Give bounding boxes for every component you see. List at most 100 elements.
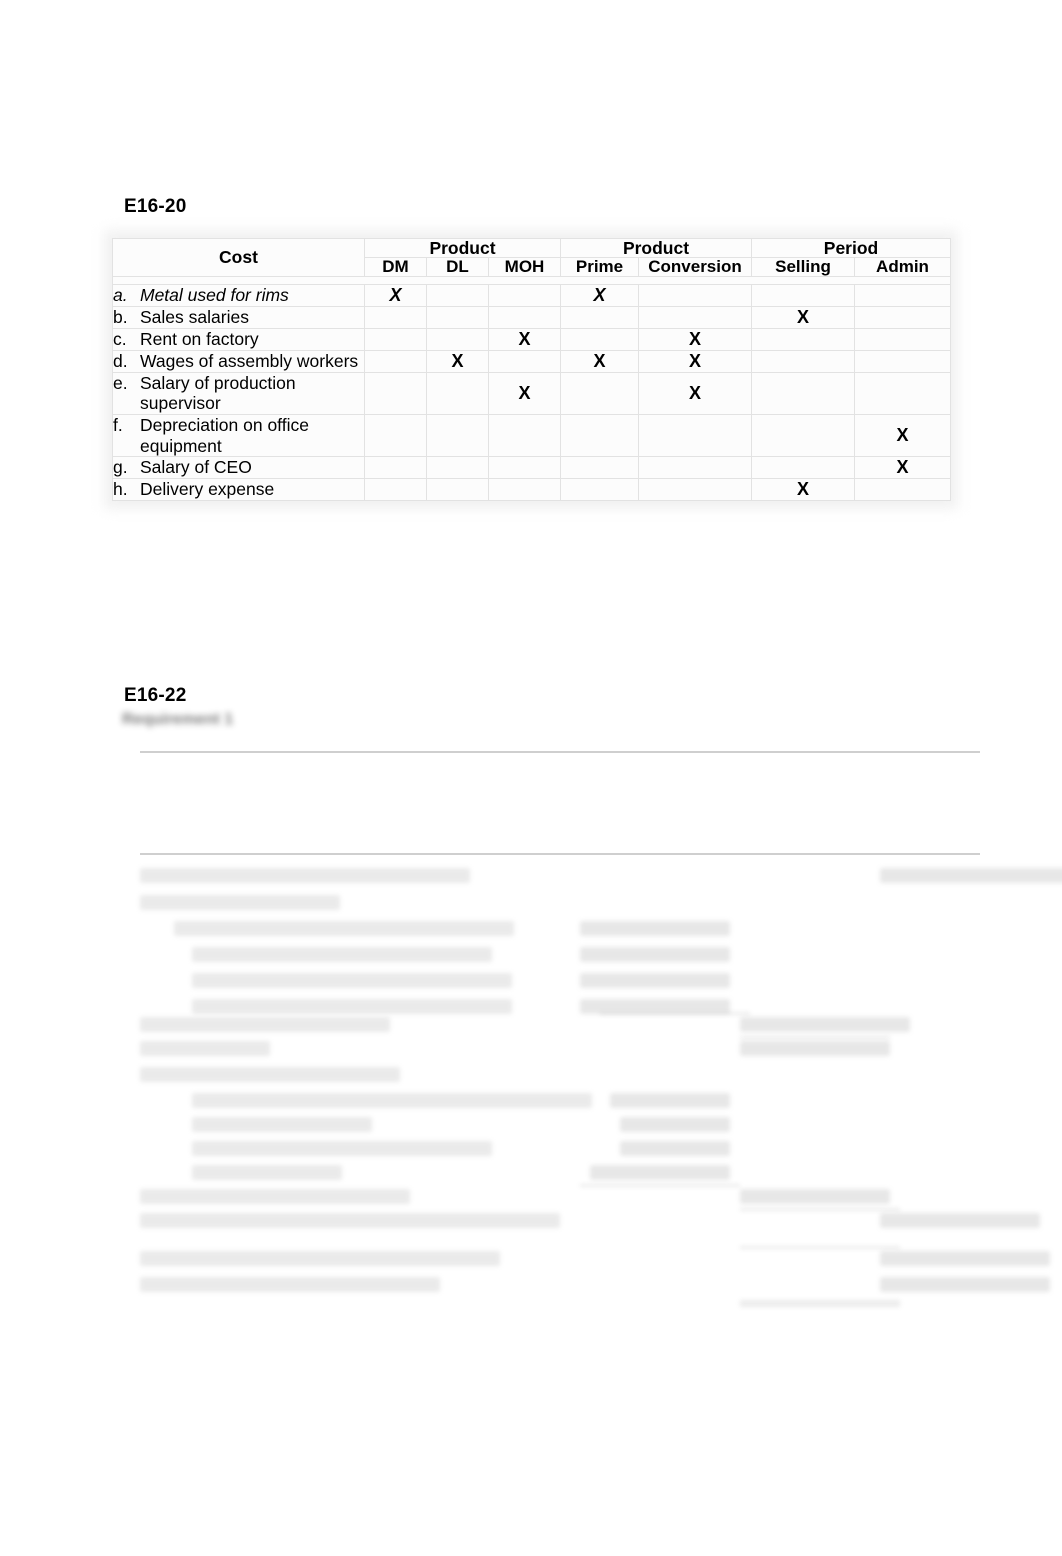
schedule-line-label bbox=[140, 1251, 500, 1266]
schedule-subtotal-rule bbox=[740, 1301, 900, 1306]
mark-cell-moh[interactable]: X bbox=[488, 327, 561, 351]
table-row: c. Rent on factory X X bbox=[112, 327, 951, 351]
schedule-amount-redacted bbox=[620, 1117, 730, 1132]
schedule-line-label bbox=[140, 1189, 410, 1204]
mark-cell-conversion[interactable] bbox=[638, 413, 752, 458]
schedule-line bbox=[140, 1093, 980, 1117]
schedule-subtotal-rule bbox=[740, 1247, 900, 1248]
cost-item-letter: c. bbox=[113, 328, 127, 349]
mark-cell-prime[interactable] bbox=[560, 327, 639, 351]
cost-label-cell: g. Salary of CEO bbox=[112, 456, 365, 480]
mark-cell-moh[interactable] bbox=[488, 456, 561, 480]
mark-cell-admin[interactable] bbox=[854, 305, 951, 329]
mark-cell-dl[interactable]: X bbox=[426, 349, 489, 373]
mark-cell-prime[interactable]: X bbox=[560, 283, 639, 307]
mark-cell-dm[interactable] bbox=[364, 478, 427, 502]
mark-cell-moh[interactable]: X bbox=[488, 371, 561, 415]
requirement-label: Requirement 1 bbox=[122, 711, 234, 728]
mark-cell-prime[interactable] bbox=[560, 413, 639, 458]
mark-cell-dm[interactable] bbox=[364, 349, 427, 373]
mark-cell-admin[interactable]: X bbox=[854, 456, 951, 480]
mark-cell-selling[interactable] bbox=[751, 349, 855, 373]
mark-cell-admin[interactable] bbox=[854, 349, 951, 373]
mark-cell-conversion[interactable] bbox=[638, 456, 752, 480]
column-header-selling: Selling bbox=[751, 257, 855, 277]
mark-cell-dm[interactable]: X bbox=[364, 283, 427, 307]
cost-item-letter: e. bbox=[113, 372, 128, 393]
cost-item-label: Delivery expense bbox=[140, 479, 275, 500]
mark-cell-moh[interactable] bbox=[488, 283, 561, 307]
schedule-line-label bbox=[140, 1017, 390, 1032]
schedule-line bbox=[140, 947, 980, 971]
table-row: f. Depreciation on office equipment X bbox=[112, 413, 951, 458]
mark-cell-selling[interactable] bbox=[751, 327, 855, 351]
schedule-rule-top bbox=[140, 751, 980, 753]
mark-cell-admin[interactable] bbox=[854, 371, 951, 415]
mark-cell-conversion[interactable]: X bbox=[638, 371, 752, 415]
mark-cell-conversion[interactable] bbox=[638, 283, 752, 307]
mark-cell-prime[interactable] bbox=[560, 371, 639, 415]
mark-cell-dl[interactable] bbox=[426, 283, 489, 307]
cost-label-cell: d. Wages of assembly workers bbox=[112, 349, 365, 373]
table-header-spacer-cell bbox=[112, 275, 951, 285]
mark-cell-dl[interactable] bbox=[426, 478, 489, 502]
mark-cell-dl[interactable] bbox=[426, 413, 489, 458]
mark-cell-dm[interactable] bbox=[364, 413, 427, 458]
mark-cell-prime[interactable] bbox=[560, 456, 639, 480]
mark-cell-dm[interactable] bbox=[364, 371, 427, 415]
schedule-line-label bbox=[192, 1093, 592, 1108]
cost-item-letter: h. bbox=[113, 479, 128, 500]
table-header-spacer-row bbox=[112, 275, 951, 285]
mark-cell-moh[interactable] bbox=[488, 305, 561, 329]
mark-cell-prime[interactable]: X bbox=[560, 349, 639, 373]
mark-cell-dm[interactable] bbox=[364, 327, 427, 351]
exercise-heading-e16-20: E16-20 bbox=[124, 196, 187, 217]
schedule-amount-redacted bbox=[620, 1141, 730, 1156]
cost-item-label: Metal used for rims bbox=[140, 284, 289, 305]
schedule-line bbox=[140, 1117, 980, 1141]
mark-cell-dm[interactable] bbox=[364, 456, 427, 480]
schedule-amount bbox=[580, 1117, 730, 1137]
mark-cell-selling[interactable]: X bbox=[751, 478, 855, 502]
schedule-line-label bbox=[140, 1277, 440, 1292]
mark-cell-selling[interactable] bbox=[751, 413, 855, 458]
schedule-subtotal-rule bbox=[740, 1037, 890, 1038]
schedule-line bbox=[140, 973, 980, 997]
mark-cell-admin[interactable]: X bbox=[854, 413, 951, 458]
mark-cell-moh[interactable] bbox=[488, 349, 561, 373]
mark-cell-prime[interactable] bbox=[560, 305, 639, 329]
mark-cell-admin[interactable] bbox=[854, 478, 951, 502]
schedule-amount bbox=[740, 1189, 890, 1209]
cost-item-label: Rent on factory bbox=[140, 328, 259, 349]
schedule-amount bbox=[880, 1251, 1050, 1271]
table-row: h. Delivery expense X bbox=[112, 478, 951, 502]
mark-cell-conversion[interactable]: X bbox=[638, 327, 752, 351]
schedule-amount-redacted bbox=[590, 1165, 730, 1180]
mark-cell-selling[interactable] bbox=[751, 283, 855, 307]
mark-cell-conversion[interactable] bbox=[638, 478, 752, 502]
table-row: d. Wages of assembly workers X X X bbox=[112, 349, 951, 373]
schedule-line bbox=[140, 1277, 1050, 1301]
mark-cell-selling[interactable] bbox=[751, 456, 855, 480]
mark-cell-moh[interactable] bbox=[488, 478, 561, 502]
table-row: b. Sales salaries X bbox=[112, 305, 951, 329]
group-header-product-2: Product bbox=[560, 237, 752, 259]
mark-cell-dl[interactable] bbox=[426, 305, 489, 329]
mark-cell-conversion[interactable] bbox=[638, 305, 752, 329]
schedule-subtotal-rule bbox=[600, 1013, 750, 1014]
mark-cell-admin[interactable] bbox=[854, 283, 951, 307]
mark-cell-dl[interactable] bbox=[426, 371, 489, 415]
schedule-line bbox=[140, 1165, 980, 1189]
mark-cell-selling[interactable]: X bbox=[751, 305, 855, 329]
schedule-period bbox=[140, 820, 980, 840]
mark-cell-dl[interactable] bbox=[426, 327, 489, 351]
mark-cell-dm[interactable] bbox=[364, 305, 427, 329]
mark-cell-dl[interactable] bbox=[426, 456, 489, 480]
mark-cell-conversion[interactable]: X bbox=[638, 349, 752, 373]
schedule-amount-redacted bbox=[580, 973, 730, 988]
mark-cell-moh[interactable] bbox=[488, 413, 561, 458]
schedule-amount-redacted bbox=[880, 1277, 1050, 1292]
mark-cell-selling[interactable] bbox=[751, 371, 855, 415]
mark-cell-admin[interactable] bbox=[854, 327, 951, 351]
mark-cell-prime[interactable] bbox=[560, 478, 639, 502]
